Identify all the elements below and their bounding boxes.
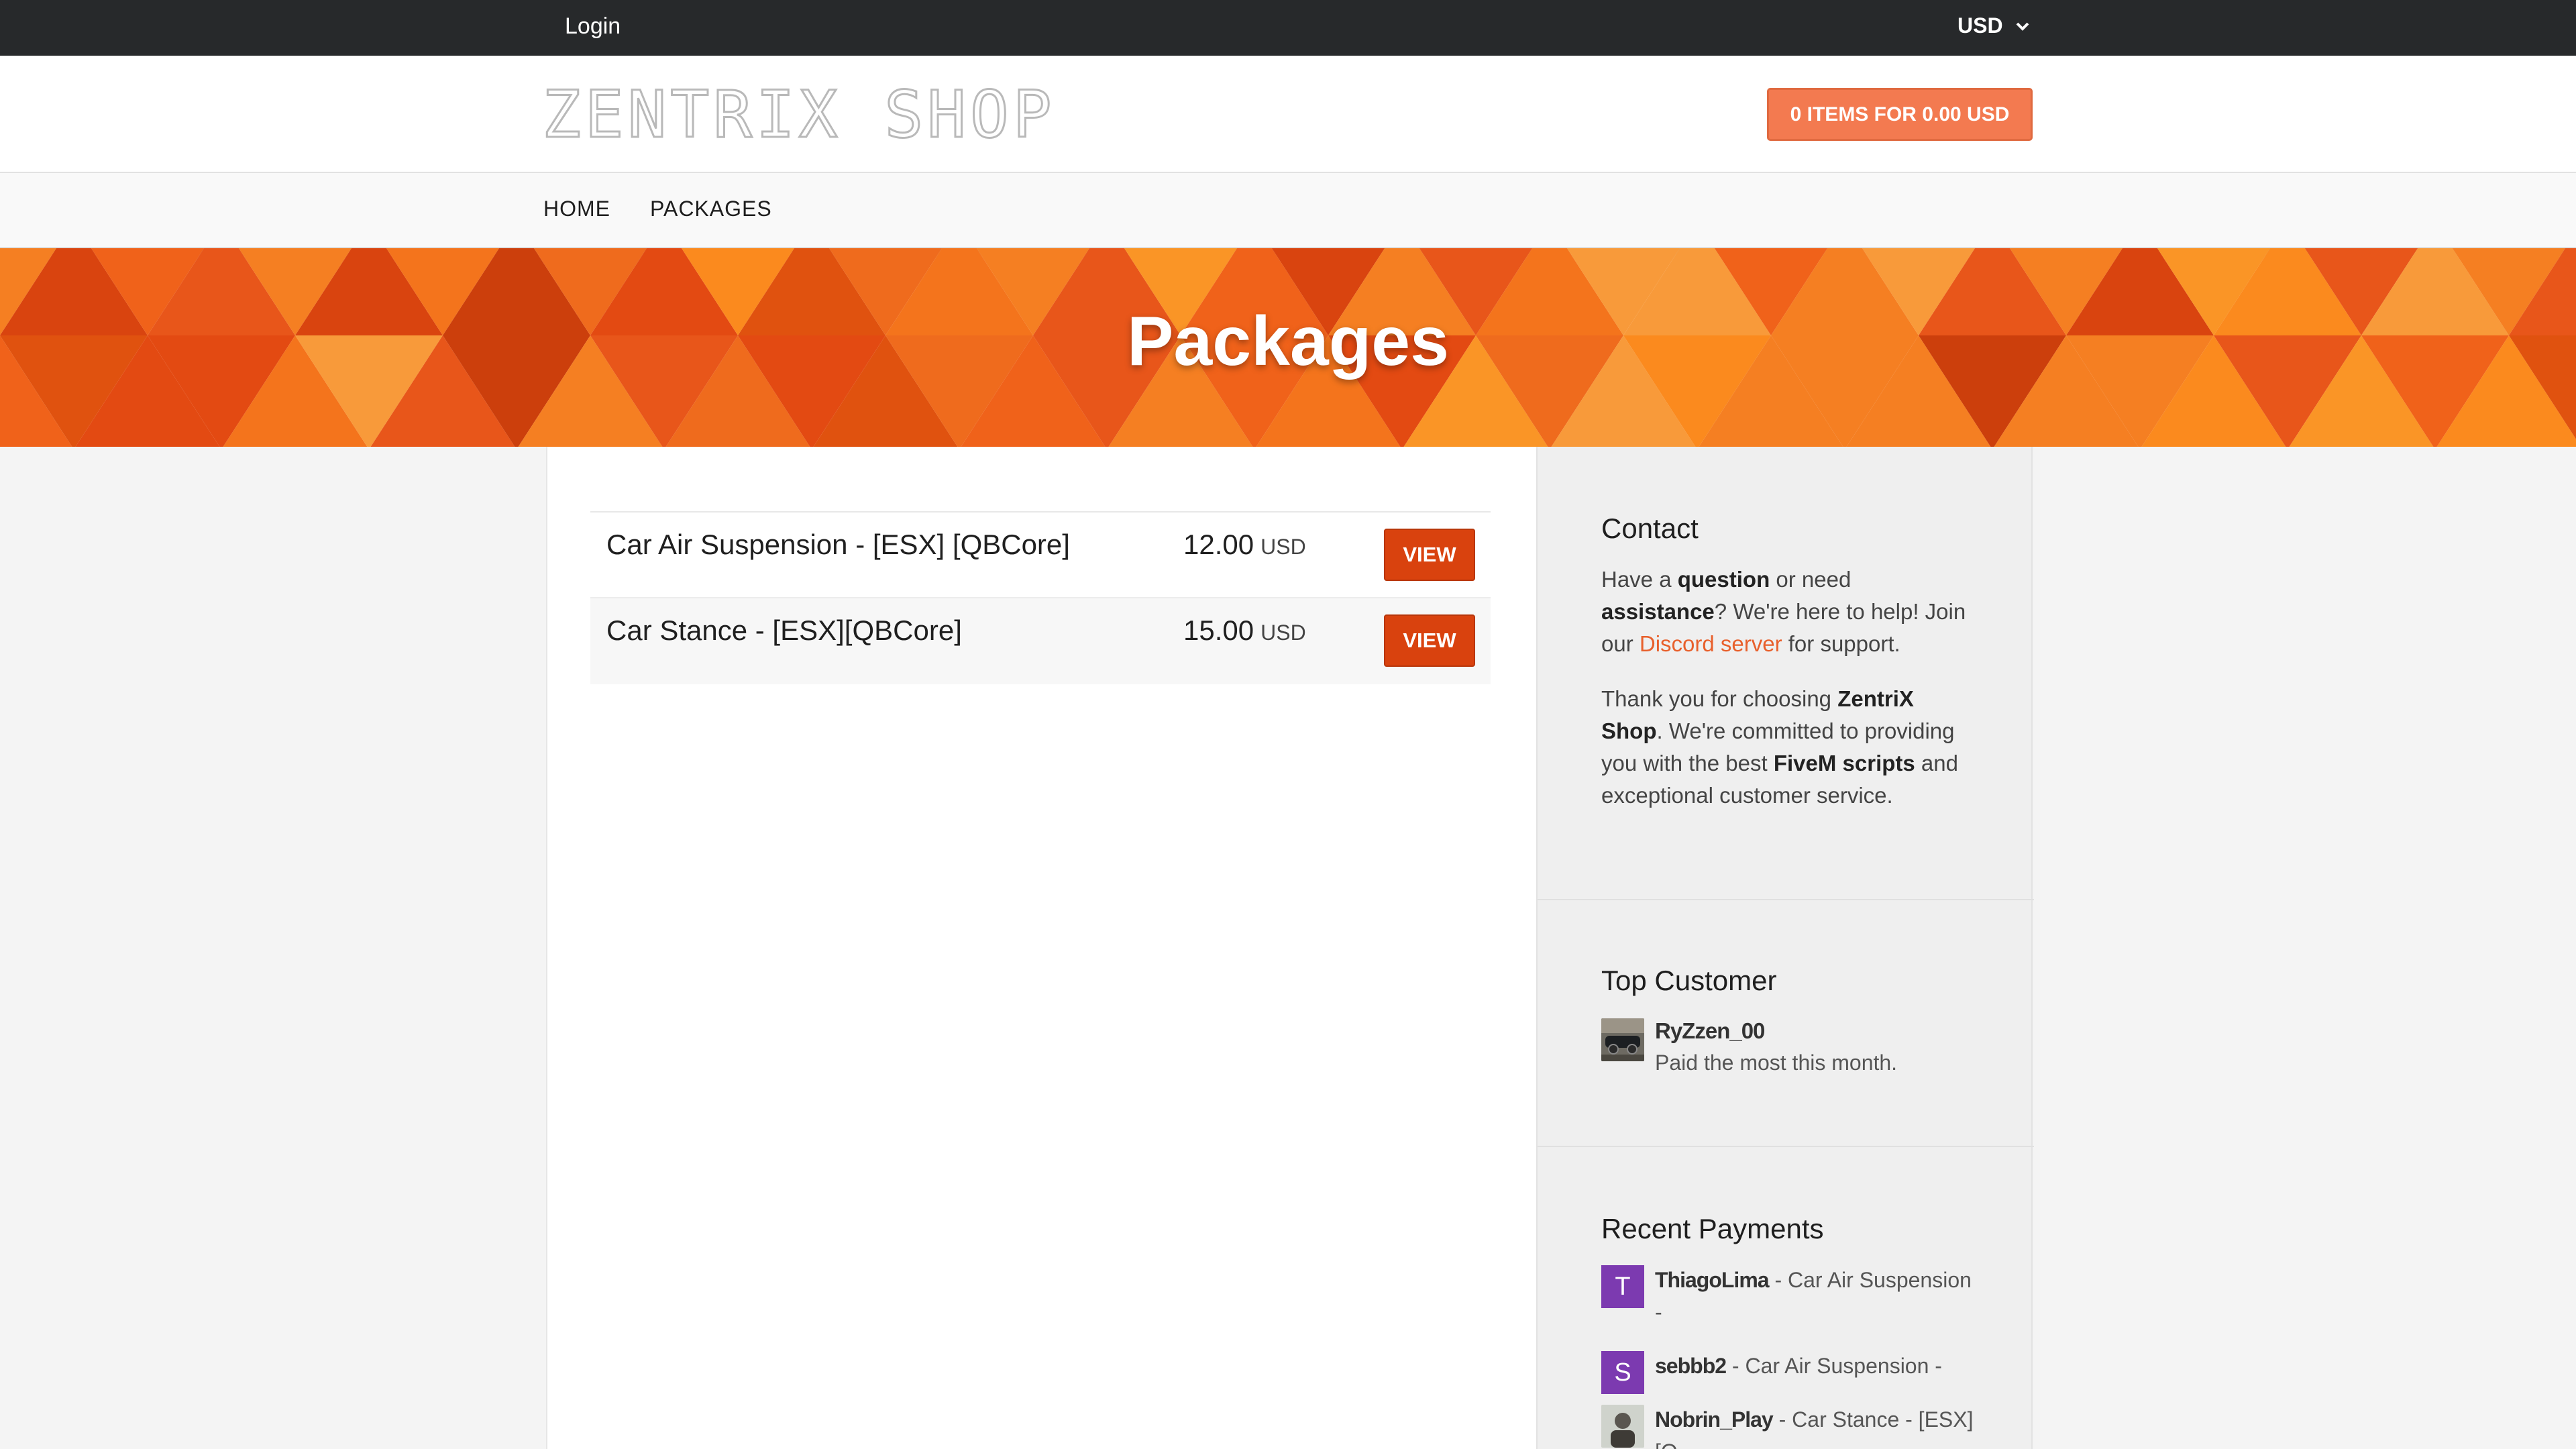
nav-item-packages[interactable]: PACKAGES — [650, 197, 772, 221]
payment-item: sebbb2 - Car Air Suspension - — [1655, 1354, 1942, 1378]
person-avatar-icon — [1601, 1405, 1644, 1448]
top-customer-heading: Top Customer — [1601, 965, 1777, 996]
package-price: 12.00 USD — [1183, 529, 1306, 561]
package-list: Car Air Suspension - [ESX] [QBCore] 12.0… — [590, 511, 1491, 684]
site-logo[interactable]: ZENTRIX SHOP — [541, 82, 1056, 148]
payment-item: ThiagoLima - Car Air Suspension - — [1655, 1268, 1972, 1324]
nav-item-home[interactable]: HOME — [543, 197, 610, 221]
payment-item: Nobrin_Play - Car Stance - [ESX] [Q — [1655, 1407, 1974, 1449]
package-name[interactable]: Car Air Suspension - [ESX] [QBCore] — [606, 529, 1070, 561]
price-value: 12.00 — [1183, 529, 1254, 560]
avatar — [1601, 1405, 1644, 1448]
main-nav: HOME PACKAGES — [0, 173, 2576, 248]
page-banner: Packages — [0, 248, 2576, 447]
page-title: Packages — [1127, 303, 1449, 380]
login-link[interactable]: Login — [565, 13, 621, 40]
avatar: T — [1601, 1265, 1644, 1308]
chevron-down-icon — [2016, 22, 2029, 31]
currency-selector[interactable]: USD — [1957, 13, 2030, 38]
package-row: Car Air Suspension - [ESX] [QBCore] 12.0… — [590, 513, 1491, 598]
top-bar: Login USD — [0, 0, 2576, 56]
cart-button[interactable]: 0 ITEMS FOR 0.00 USD — [1767, 88, 2033, 141]
currency-label: USD — [1957, 13, 2003, 38]
sidebar: Contact Have a question or need assistan… — [1536, 447, 2034, 1449]
divider — [1538, 1146, 2034, 1147]
price-value: 15.00 — [1183, 614, 1254, 646]
payment-user: ThiagoLima — [1655, 1268, 1770, 1292]
divider — [1538, 899, 2034, 900]
top-customer-name: RyZzen_00 — [1655, 1018, 1765, 1043]
avatar — [1601, 1018, 1644, 1061]
recent-payments-heading: Recent Payments — [1601, 1213, 1824, 1244]
view-button[interactable]: VIEW — [1384, 529, 1475, 581]
thank-you-text: Thank you for choosing ZentriX Shop. We'… — [1601, 686, 1958, 808]
package-price: 15.00 USD — [1183, 614, 1306, 647]
contact-heading: Contact — [1601, 513, 1699, 544]
car-avatar-icon — [1601, 1018, 1644, 1061]
top-customer-subtitle: Paid the most this month. — [1655, 1051, 1898, 1075]
package-name[interactable]: Car Stance - [ESX][QBCore] — [606, 614, 962, 647]
contact-text: Have a question or need assistance? We'r… — [1601, 567, 1966, 656]
avatar: S — [1601, 1351, 1644, 1394]
discord-link[interactable]: Discord server — [1640, 631, 1782, 656]
payment-user: sebbb2 — [1655, 1354, 1727, 1378]
package-row: Car Stance - [ESX][QBCore] 15.00 USD VIEW — [590, 598, 1491, 684]
price-unit: USD — [1260, 621, 1306, 645]
site-header: ZENTRIX SHOP 0 ITEMS FOR 0.00 USD — [0, 56, 2576, 173]
view-button[interactable]: VIEW — [1384, 614, 1475, 667]
payment-user: Nobrin_Play — [1655, 1407, 1774, 1432]
price-unit: USD — [1260, 535, 1306, 559]
